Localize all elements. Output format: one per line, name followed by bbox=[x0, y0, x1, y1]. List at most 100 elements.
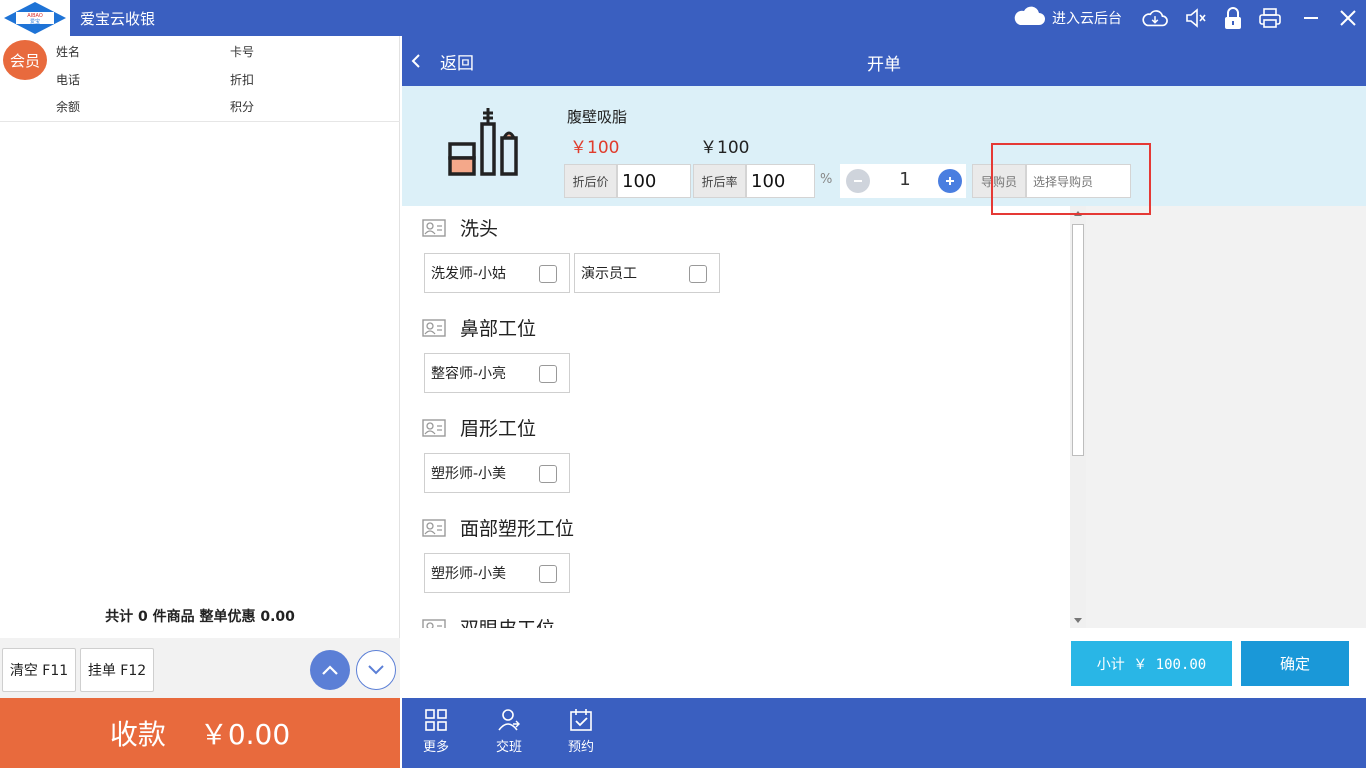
staff-item[interactable]: 演示员工 bbox=[574, 253, 720, 293]
group-name: 面部塑形工位 bbox=[460, 518, 575, 540]
group-name: 双眼皮工位 bbox=[460, 614, 555, 628]
product-editor: 腹壁吸脂 ￥100 ￥100 折后价 100 折后率 100 % 1 导购员 选… bbox=[402, 86, 1366, 206]
svg-text:爱宝: 爱宝 bbox=[30, 18, 40, 25]
member-phone-label: 电话 bbox=[56, 73, 81, 87]
member-avatar[interactable]: 会员 bbox=[3, 40, 47, 80]
id-card-icon bbox=[422, 218, 446, 237]
group-name: 眉形工位 bbox=[460, 418, 537, 440]
id-card-icon bbox=[422, 618, 446, 628]
speaker-icon[interactable] bbox=[1183, 6, 1209, 30]
scroll-up-button[interactable] bbox=[310, 650, 350, 690]
user-handover-icon bbox=[498, 709, 520, 731]
confirm-button[interactable]: 确定 bbox=[1241, 641, 1349, 686]
highlight-box bbox=[991, 143, 1151, 215]
staff-group-title: 面部塑形工位 bbox=[422, 514, 574, 541]
title-bar: AIBAO 爱宝 爱宝云收银 进入云后台 bbox=[0, 0, 1366, 36]
staff-group-title: 鼻部工位 bbox=[422, 314, 536, 341]
member-discount-label: 折扣 bbox=[230, 73, 255, 87]
scroll-down-button[interactable] bbox=[356, 650, 396, 690]
staff-name: 整容师-小亮 bbox=[431, 366, 507, 382]
cloud-sync-icon[interactable] bbox=[1142, 6, 1168, 30]
cloud-icon bbox=[1012, 4, 1046, 32]
staff-name: 塑形师-小美 bbox=[431, 466, 507, 482]
staff-group-title: 洗头 bbox=[422, 214, 498, 241]
staff-checkbox[interactable] bbox=[539, 565, 557, 583]
chevron-down-icon bbox=[368, 665, 384, 675]
staff-item[interactable]: 塑形师-小美 bbox=[424, 453, 570, 493]
checkout-button[interactable]: 收款 ￥0.00 bbox=[0, 698, 400, 768]
decrease-quantity-button[interactable] bbox=[846, 169, 870, 193]
order-panel: 返回 开单 腹壁吸脂 ￥100 ￥100 折后价 100 折后率 100 % 1… bbox=[402, 36, 1366, 698]
member-name-label: 姓名 bbox=[56, 45, 81, 59]
calendar-check-icon bbox=[570, 709, 592, 731]
bottom-nav: 更多 交班 预约 bbox=[402, 698, 1366, 768]
quantity-value[interactable]: 1 bbox=[890, 169, 920, 190]
scroll-down-arrow-icon bbox=[1074, 618, 1082, 623]
nav-more-label: 更多 bbox=[422, 740, 449, 755]
checkout-amount: ￥0.00 bbox=[199, 718, 291, 751]
staff-item[interactable]: 整容师-小亮 bbox=[424, 353, 570, 393]
staff-name: 演示员工 bbox=[581, 266, 637, 282]
staff-group-title: 眉形工位 bbox=[422, 414, 536, 441]
divider bbox=[0, 121, 400, 122]
staff-checkbox[interactable] bbox=[539, 265, 557, 283]
product-name: 腹壁吸脂 bbox=[567, 108, 628, 126]
group-name: 鼻部工位 bbox=[460, 318, 537, 340]
printer-icon[interactable] bbox=[1257, 6, 1283, 30]
original-price: ￥100 bbox=[570, 138, 620, 158]
page-title: 开单 bbox=[867, 55, 901, 75]
lock-icon[interactable] bbox=[1220, 6, 1246, 30]
nav-more[interactable]: 更多 bbox=[411, 708, 461, 758]
hold-order-button[interactable]: 挂单 F12 bbox=[80, 648, 154, 692]
close-icon[interactable] bbox=[1335, 6, 1361, 30]
increase-quantity-button[interactable] bbox=[938, 169, 962, 193]
staff-checkbox[interactable] bbox=[539, 365, 557, 383]
minimize-icon[interactable] bbox=[1298, 6, 1324, 30]
member-points-label: 积分 bbox=[230, 100, 255, 114]
staff-checkbox[interactable] bbox=[539, 465, 557, 483]
discount-price-label: 折后价 bbox=[564, 164, 617, 198]
current-price: ￥100 bbox=[700, 138, 750, 158]
nav-booking-label: 预约 bbox=[567, 740, 594, 755]
staff-item[interactable]: 洗发师-小姑 bbox=[424, 253, 570, 293]
plus-icon bbox=[946, 177, 954, 185]
cart-toolbar: 清空 F11 挂单 F12 bbox=[0, 638, 400, 698]
nav-shift-label: 交班 bbox=[495, 740, 522, 755]
cart-summary: 共计 0 件商品 整单优惠 0.00 bbox=[105, 609, 295, 625]
cloud-backend-link[interactable]: 进入云后台 bbox=[1012, 4, 1122, 32]
cart-panel: 会员 姓名 卡号 电话 折扣 余额 积分 共计 0 件商品 整单优惠 0.00 … bbox=[0, 36, 400, 698]
cloud-link-label: 进入云后台 bbox=[1052, 11, 1122, 27]
percent-sign: % bbox=[820, 172, 833, 187]
discount-rate-input[interactable]: 100 bbox=[746, 164, 815, 198]
app-window: AIBAO 爱宝 爱宝云收银 进入云后台 会员 姓名 卡号 电话 折扣 余额 积… bbox=[0, 0, 1366, 768]
quantity-stepper: 1 bbox=[840, 164, 966, 198]
minus-icon bbox=[854, 180, 862, 182]
app-logo: AIBAO 爱宝 bbox=[0, 0, 70, 36]
staff-list: 洗头 洗发师-小姑 演示员工 鼻部工位 整容师-小亮 眉形工位 塑形师-小美 面… bbox=[402, 206, 1070, 628]
subtotal-display: 小计 ￥ 100.00 bbox=[1071, 641, 1232, 686]
id-card-icon bbox=[422, 318, 446, 337]
discount-price-input[interactable]: 100 bbox=[617, 164, 691, 198]
grid-icon bbox=[425, 709, 447, 731]
clear-cart-button[interactable]: 清空 F11 bbox=[2, 648, 76, 692]
group-name: 洗头 bbox=[460, 218, 499, 240]
staff-item[interactable]: 塑形师-小美 bbox=[424, 553, 570, 593]
staff-name: 洗发师-小姑 bbox=[431, 266, 507, 282]
id-card-icon bbox=[422, 418, 446, 437]
staff-group-title: 双眼皮工位 bbox=[422, 614, 555, 628]
order-header: 返回 开单 bbox=[402, 36, 1366, 86]
staff-name: 塑形师-小美 bbox=[431, 566, 507, 582]
staff-checkbox[interactable] bbox=[689, 265, 707, 283]
member-card-label: 卡号 bbox=[230, 45, 255, 59]
member-balance-label: 余额 bbox=[56, 100, 81, 114]
side-area bbox=[1086, 206, 1366, 628]
nav-booking[interactable]: 预约 bbox=[556, 708, 606, 758]
id-card-icon bbox=[422, 518, 446, 537]
app-title: 爱宝云收银 bbox=[80, 10, 156, 28]
nav-shift[interactable]: 交班 bbox=[484, 708, 534, 758]
cosmetics-icon bbox=[446, 104, 520, 180]
staff-list-scrollbar[interactable] bbox=[1070, 206, 1086, 628]
chevron-up-icon bbox=[322, 665, 338, 675]
checkout-label: 收款 bbox=[109, 718, 166, 751]
scrollbar-thumb[interactable] bbox=[1072, 224, 1084, 456]
